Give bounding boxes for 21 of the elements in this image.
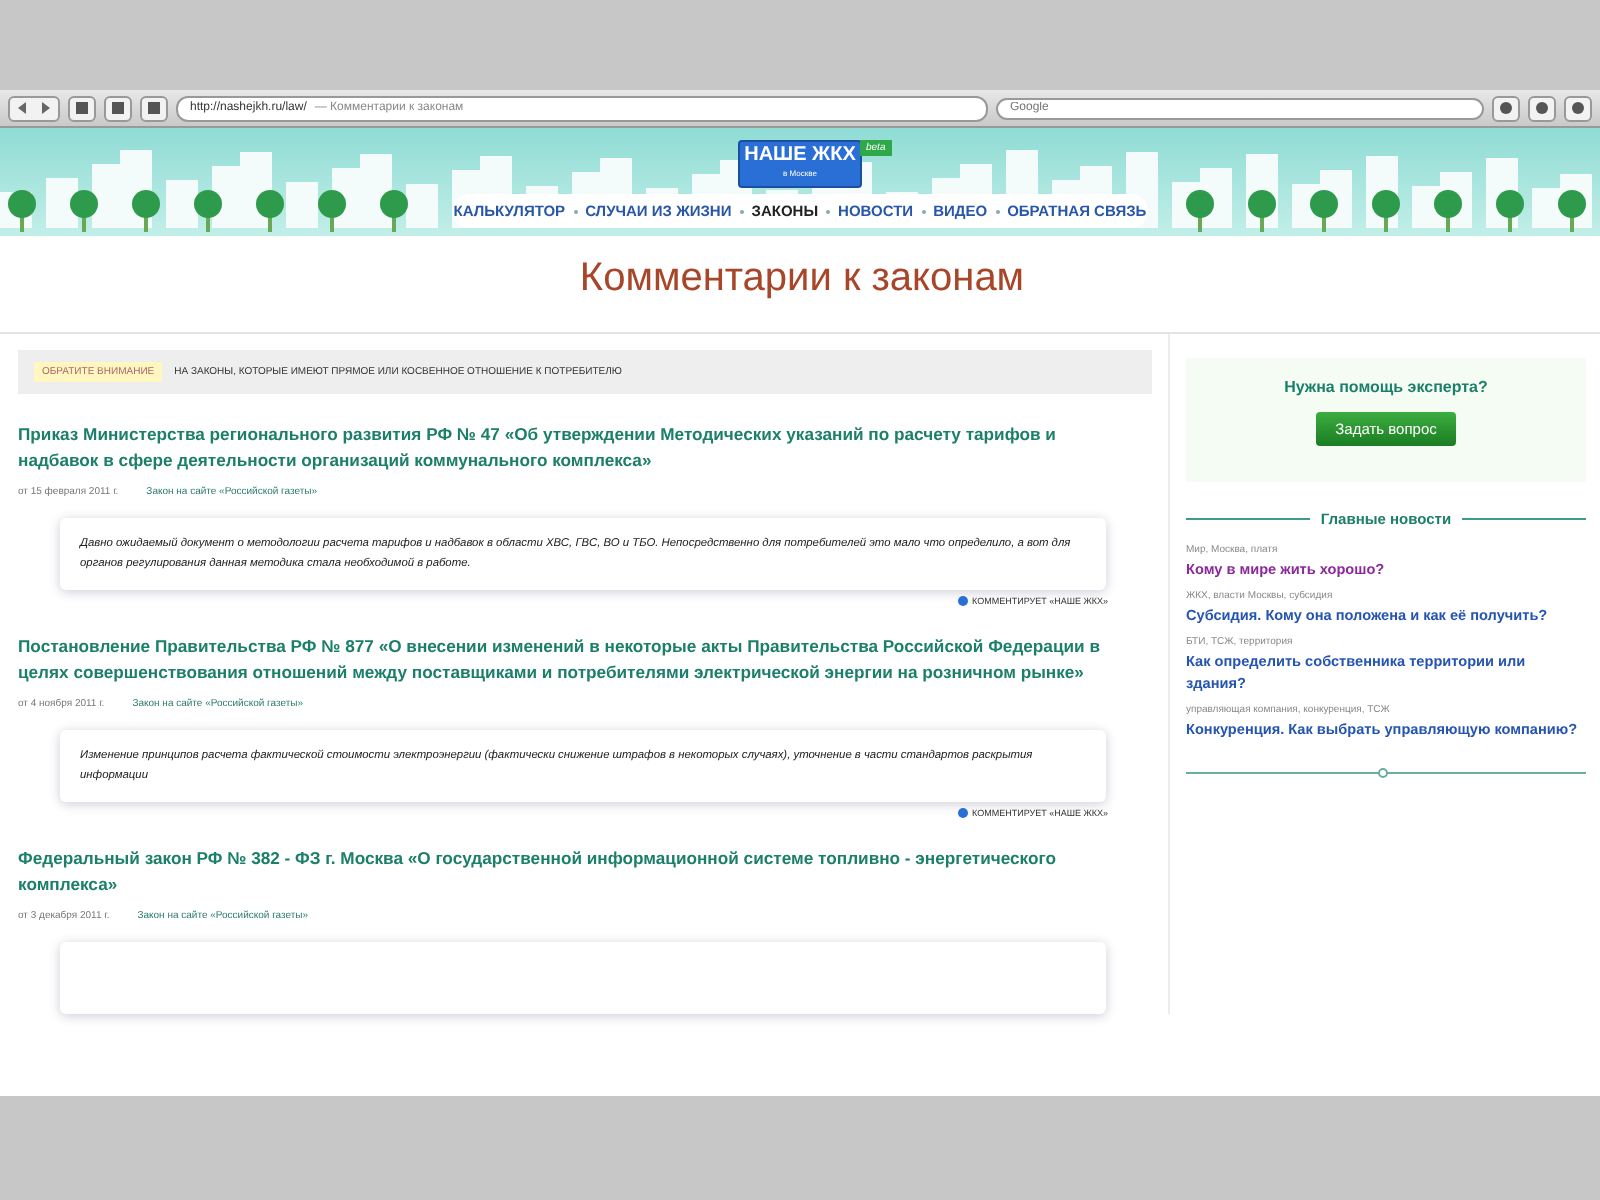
logo-icon	[958, 596, 969, 606]
toolbar-button[interactable]	[68, 95, 96, 121]
toolbar-button[interactable]	[104, 95, 132, 121]
page-heading: Комментарии к законам	[0, 256, 1600, 334]
nav-separator-icon	[739, 209, 744, 213]
law-title-link[interactable]: Приказ Министерства регионального развития РФ № 47 «Об утверждении Методических указаний по расчету тарифов и надбавок в сфере деятельности организаций коммунального комплекса»	[18, 422, 1128, 474]
law-title-link[interactable]: Федеральный закон РФ № 382 - ФЗ г. Москва «О государственной информационной системе топливно - энергетического комплекса»	[18, 846, 1128, 898]
logo-icon	[958, 808, 969, 818]
back-forward-button[interactable]	[8, 95, 60, 121]
nav-separator-icon	[995, 209, 1000, 213]
toolbar-button[interactable]	[1564, 95, 1592, 121]
law-title-link[interactable]: Постановление Правительства РФ № 877 «О внесении изменений в некоторые акты Правительства Российской Федерации в целях совершенствования отношений между поставщиками и потребителями электрической энергии на розничном рынке»	[18, 634, 1128, 686]
nav-separator-icon	[921, 209, 926, 213]
back-forward-arrows-icon	[14, 100, 54, 116]
nav-separator-icon	[573, 209, 578, 213]
toolbar-button[interactable]	[1492, 95, 1520, 121]
logo-title: НАШЕ ЖКХ	[742, 142, 858, 168]
expert-heading: Нужна помощь эксперта?	[1282, 378, 1490, 396]
nav-separator-icon	[826, 209, 831, 213]
toolbar-button[interactable]	[1528, 95, 1556, 121]
toolbar-button[interactable]	[140, 95, 168, 121]
